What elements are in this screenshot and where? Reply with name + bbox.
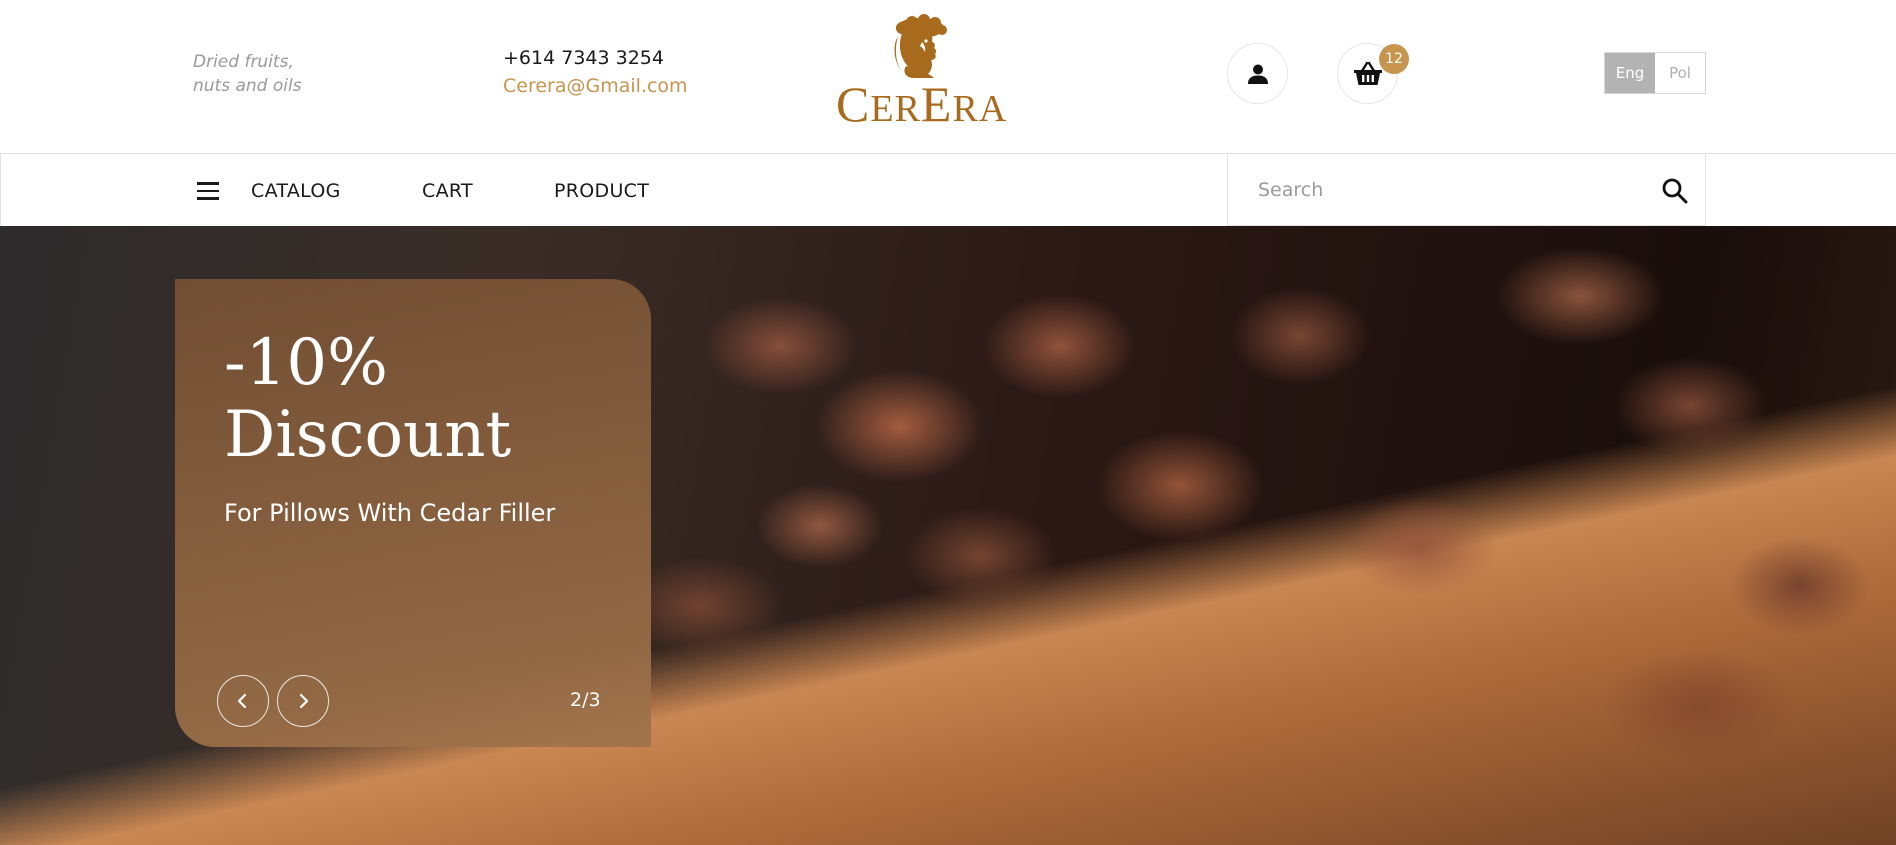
logo-wordmark: CERERA bbox=[836, 76, 1008, 137]
slider-prev-button[interactable] bbox=[217, 675, 269, 727]
chevron-left-icon bbox=[237, 693, 247, 709]
chevron-right-icon bbox=[299, 693, 309, 709]
language-option-pol[interactable]: Pol bbox=[1655, 53, 1705, 93]
nav-item-product[interactable]: PRODUCT bbox=[554, 180, 649, 202]
user-icon bbox=[1247, 64, 1268, 84]
language-option-eng[interactable]: Eng bbox=[1605, 53, 1655, 93]
language-switcher: Eng Pol bbox=[1604, 52, 1706, 94]
phone-link[interactable]: +614 7343 3254 bbox=[503, 45, 688, 71]
nav-item-catalog[interactable]: CATALOG bbox=[251, 180, 341, 202]
search-input[interactable] bbox=[1228, 154, 1648, 225]
site-tagline: Dried fruits, nuts and oils bbox=[193, 50, 343, 98]
contact-info: +614 7343 3254 Cerera@Gmail.com bbox=[503, 45, 688, 101]
email-link[interactable]: Cerera@Gmail.com bbox=[503, 71, 688, 101]
logo-letter: ER bbox=[870, 88, 921, 130]
search-icon[interactable] bbox=[1660, 176, 1690, 206]
slide-counter: 2/3 bbox=[570, 689, 601, 711]
tagline-line-2: nuts and oils bbox=[193, 76, 302, 96]
promo-subtitle: For Pillows With Cedar Filler bbox=[224, 499, 556, 527]
hamburger-line bbox=[197, 197, 219, 200]
logo-letter: RA bbox=[952, 88, 1008, 130]
search-box bbox=[1227, 153, 1706, 226]
promo-title-line-1: -10% bbox=[224, 326, 388, 400]
logo-head-icon bbox=[894, 14, 947, 78]
nav-item-cart[interactable]: CART bbox=[422, 180, 473, 202]
promo-card: -10% Discount For Pillows With Cedar Fil… bbox=[175, 279, 651, 747]
hamburger-icon[interactable] bbox=[197, 182, 219, 200]
promo-title-line-2: Discount bbox=[224, 398, 512, 472]
account-button[interactable] bbox=[1227, 43, 1288, 104]
slider-next-button[interactable] bbox=[277, 675, 329, 727]
hamburger-line bbox=[197, 182, 219, 185]
site-logo[interactable]: CERERA bbox=[836, 14, 1006, 132]
logo-letter: C bbox=[836, 76, 871, 132]
hero-banner: -10% Discount For Pillows With Cedar Fil… bbox=[0, 226, 1896, 845]
cart-count-badge: 12 bbox=[1379, 44, 1409, 74]
tagline-line-1: Dried fruits, bbox=[193, 52, 294, 72]
hamburger-line bbox=[197, 189, 219, 192]
logo-letter: E bbox=[920, 76, 953, 132]
basket-icon bbox=[1353, 61, 1382, 85]
promo-title: -10% Discount bbox=[224, 327, 624, 471]
top-header: Dried fruits, nuts and oils +614 7343 32… bbox=[0, 0, 1896, 153]
